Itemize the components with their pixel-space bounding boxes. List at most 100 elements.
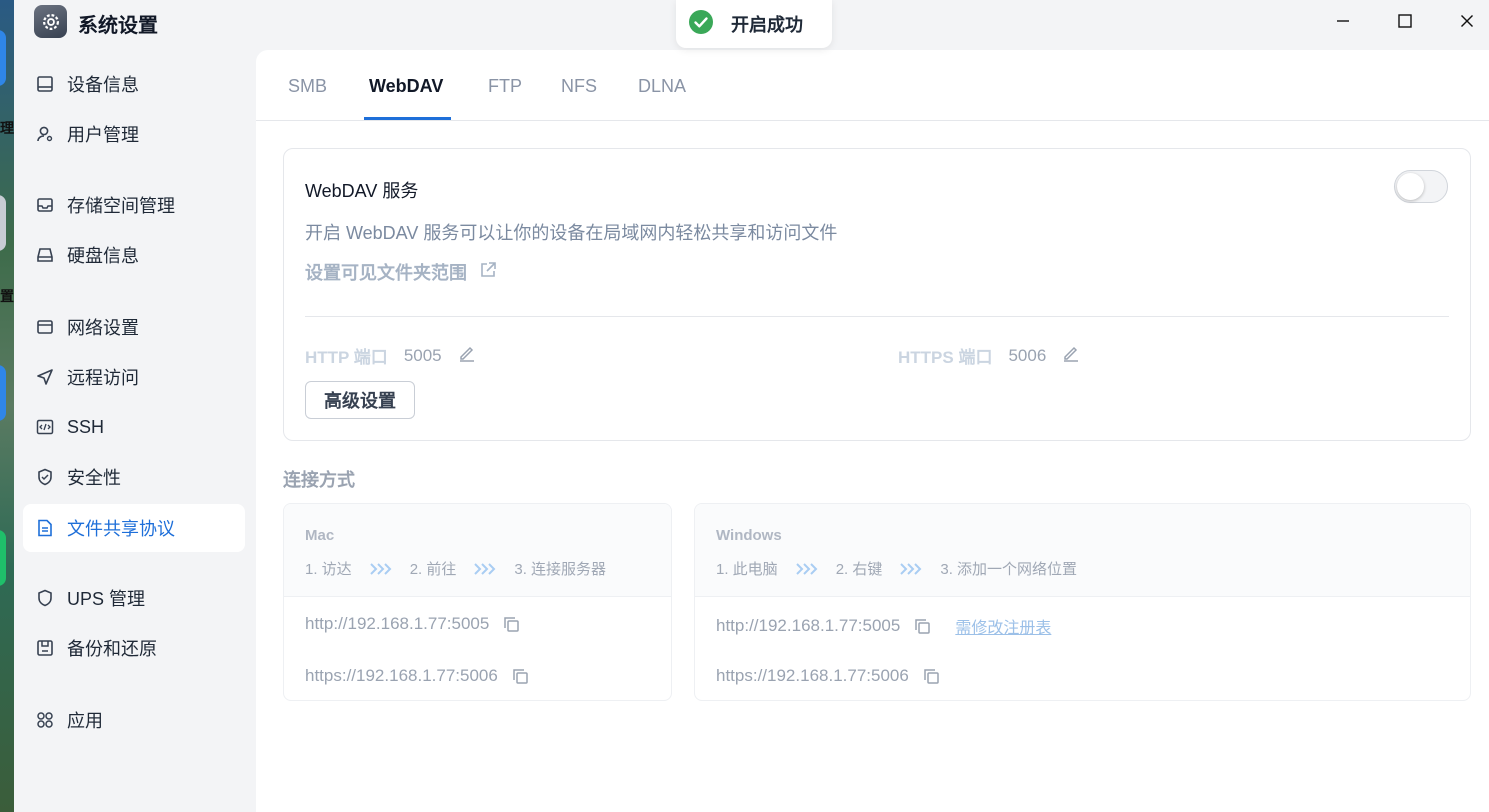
divider — [305, 316, 1449, 317]
sidebar-item-label: 应用 — [67, 711, 103, 731]
tab-smb[interactable]: SMB — [288, 76, 327, 97]
toggle-knob — [1397, 173, 1424, 200]
http-url: http://192.168.1.77:5005 — [716, 616, 901, 635]
visible-folder-link[interactable]: 设置可见文件夹范围 — [305, 259, 497, 285]
sidebar-item-label: SSH — [67, 416, 105, 437]
storage-icon — [36, 196, 54, 214]
user-icon — [36, 125, 54, 143]
step: 3. 添加一个网络位置 — [940, 561, 1078, 578]
save-icon — [36, 639, 54, 657]
service-description: 开启 WebDAV 服务可以让你的设备在局域网内轻松共享和访问文件 — [305, 223, 838, 243]
windows-connection-card: Windows 1. 此电脑 2. 右键 3. 添加一个网络位置 http://… — [694, 503, 1471, 701]
shield-icon — [36, 589, 54, 607]
mac-https-url-row: https://192.168.1.77:5006 — [305, 666, 529, 686]
desktop-app-icon[interactable] — [0, 195, 6, 251]
https-port-label: HTTPS 端口 — [898, 348, 993, 367]
http-port-value: 5005 — [403, 345, 442, 365]
send-icon — [36, 368, 54, 386]
sidebar-item-apps[interactable]: 应用 — [23, 696, 245, 744]
windows-https-url-row: https://192.168.1.77:5006 — [716, 666, 940, 686]
webdav-service-card: WebDAV 服务 开启 WebDAV 服务可以让你的设备在局域网内轻松共享和访… — [283, 148, 1471, 441]
mac-http-url-row: http://192.168.1.77:5005 — [305, 614, 520, 634]
service-title: WebDAV 服务 — [305, 181, 419, 201]
desktop-app-icon[interactable] — [0, 30, 6, 86]
device-icon — [36, 75, 54, 93]
main-panel: SMB WebDAV FTP NFS DLNA WebDAV 服务 开启 Web… — [256, 50, 1489, 812]
sidebar-item-label: 网络设置 — [67, 318, 139, 338]
sidebar-item-label: 存储空间管理 — [67, 196, 175, 216]
edit-http-port-icon[interactable] — [458, 344, 476, 367]
https-port-value: 5006 — [1008, 345, 1047, 365]
windows-http-url-row: http://192.168.1.77:5005 需修改注册表 — [716, 614, 1051, 638]
tab-ftp[interactable]: FTP — [488, 76, 522, 97]
tab-webdav[interactable]: WebDAV — [369, 76, 443, 97]
external-link-icon — [479, 261, 497, 284]
sidebar-item-ups[interactable]: UPS 管理 — [23, 574, 245, 622]
sidebar-item-network[interactable]: 网络设置 — [23, 303, 245, 351]
protocol-tabs: SMB WebDAV FTP NFS DLNA — [256, 50, 1489, 121]
https-port-row: HTTPS 端口 5006 — [898, 343, 1080, 368]
http-port-row: HTTP 端口 5005 — [305, 343, 476, 368]
https-url: https://192.168.1.77:5006 — [716, 666, 909, 685]
maximize-button[interactable] — [1385, 6, 1425, 36]
step: 1. 此电脑 — [716, 561, 778, 578]
sidebar-item-device-info[interactable]: 设备信息 — [23, 60, 245, 108]
windows-steps: 1. 此电脑 2. 右键 3. 添加一个网络位置 — [716, 558, 1077, 579]
close-button[interactable] — [1447, 6, 1487, 36]
step: 1. 访达 — [305, 561, 352, 578]
network-icon — [36, 318, 54, 336]
step: 2. 前往 — [409, 561, 457, 578]
desktop-app-icon[interactable] — [0, 365, 6, 421]
settings-window: 系统设置 设备信息 用户管理 存储空间管理 硬盘信息 网络设置 远程访问 SSH… — [14, 0, 1489, 812]
sidebar-item-label: 远程访问 — [67, 368, 139, 388]
advanced-settings-button[interactable]: 高级设置 — [305, 381, 415, 419]
mac-steps: 1. 访达 2. 前往 3. 连接服务器 — [305, 558, 606, 579]
webdav-toggle[interactable] — [1394, 170, 1448, 203]
sidebar-item-label: UPS 管理 — [67, 589, 146, 609]
desktop-label: 置 — [0, 288, 14, 304]
chevrons-right-icon — [473, 562, 497, 576]
os-name: Windows — [716, 527, 782, 544]
minimize-button[interactable] — [1323, 6, 1363, 36]
tab-dlna[interactable]: DLNA — [638, 76, 686, 97]
windows-connection-header: Windows 1. 此电脑 2. 右键 3. 添加一个网络位置 — [695, 504, 1470, 597]
copy-icon[interactable] — [512, 668, 529, 685]
edit-https-port-icon[interactable] — [1062, 344, 1080, 367]
sidebar-item-ssh[interactable]: SSH — [23, 403, 245, 451]
sidebar-item-disk-info[interactable]: 硬盘信息 — [23, 231, 245, 279]
sidebar-item-remote-access[interactable]: 远程访问 — [23, 353, 245, 401]
success-toast: 开启成功 — [676, 0, 832, 48]
disk-icon — [36, 246, 54, 264]
http-url: http://192.168.1.77:5005 — [305, 614, 490, 633]
window-title: 系统设置 — [78, 15, 158, 37]
copy-icon[interactable] — [914, 618, 931, 635]
desktop-label: 理 — [0, 120, 14, 136]
copy-icon[interactable] — [923, 668, 940, 685]
https-url: https://192.168.1.77:5006 — [305, 666, 498, 685]
sidebar-item-backup[interactable]: 备份和还原 — [23, 624, 245, 672]
mac-connection-header: Mac 1. 访达 2. 前往 3. 连接服务器 — [284, 504, 671, 597]
chevrons-right-icon — [795, 562, 819, 576]
document-icon — [36, 519, 54, 537]
sidebar-item-label: 文件共享协议 — [67, 519, 175, 539]
registry-link[interactable]: 需修改注册表 — [955, 614, 1051, 638]
tab-nfs[interactable]: NFS — [561, 76, 597, 97]
sidebar-item-file-sharing[interactable]: 文件共享协议 — [23, 504, 245, 552]
apps-icon — [36, 711, 54, 729]
http-port-label: HTTP 端口 — [305, 348, 388, 367]
sidebar-item-label: 设备信息 — [67, 75, 139, 95]
copy-icon[interactable] — [503, 616, 520, 633]
sidebar-item-user-management[interactable]: 用户管理 — [23, 110, 245, 158]
shield-check-icon — [36, 468, 54, 486]
desktop-app-icon[interactable] — [0, 530, 6, 586]
step: 2. 右键 — [835, 561, 883, 578]
check-circle-icon — [688, 9, 714, 40]
folder-link-label: 设置可见文件夹范围 — [305, 263, 467, 283]
sidebar-item-storage[interactable]: 存储空间管理 — [23, 181, 245, 229]
chevrons-right-icon — [899, 562, 923, 576]
chevrons-right-icon — [369, 562, 393, 576]
sidebar-item-security[interactable]: 安全性 — [23, 453, 245, 501]
sidebar-item-label: 硬盘信息 — [67, 246, 139, 266]
sidebar-item-label: 安全性 — [67, 468, 121, 488]
settings-gear-icon — [34, 5, 67, 38]
